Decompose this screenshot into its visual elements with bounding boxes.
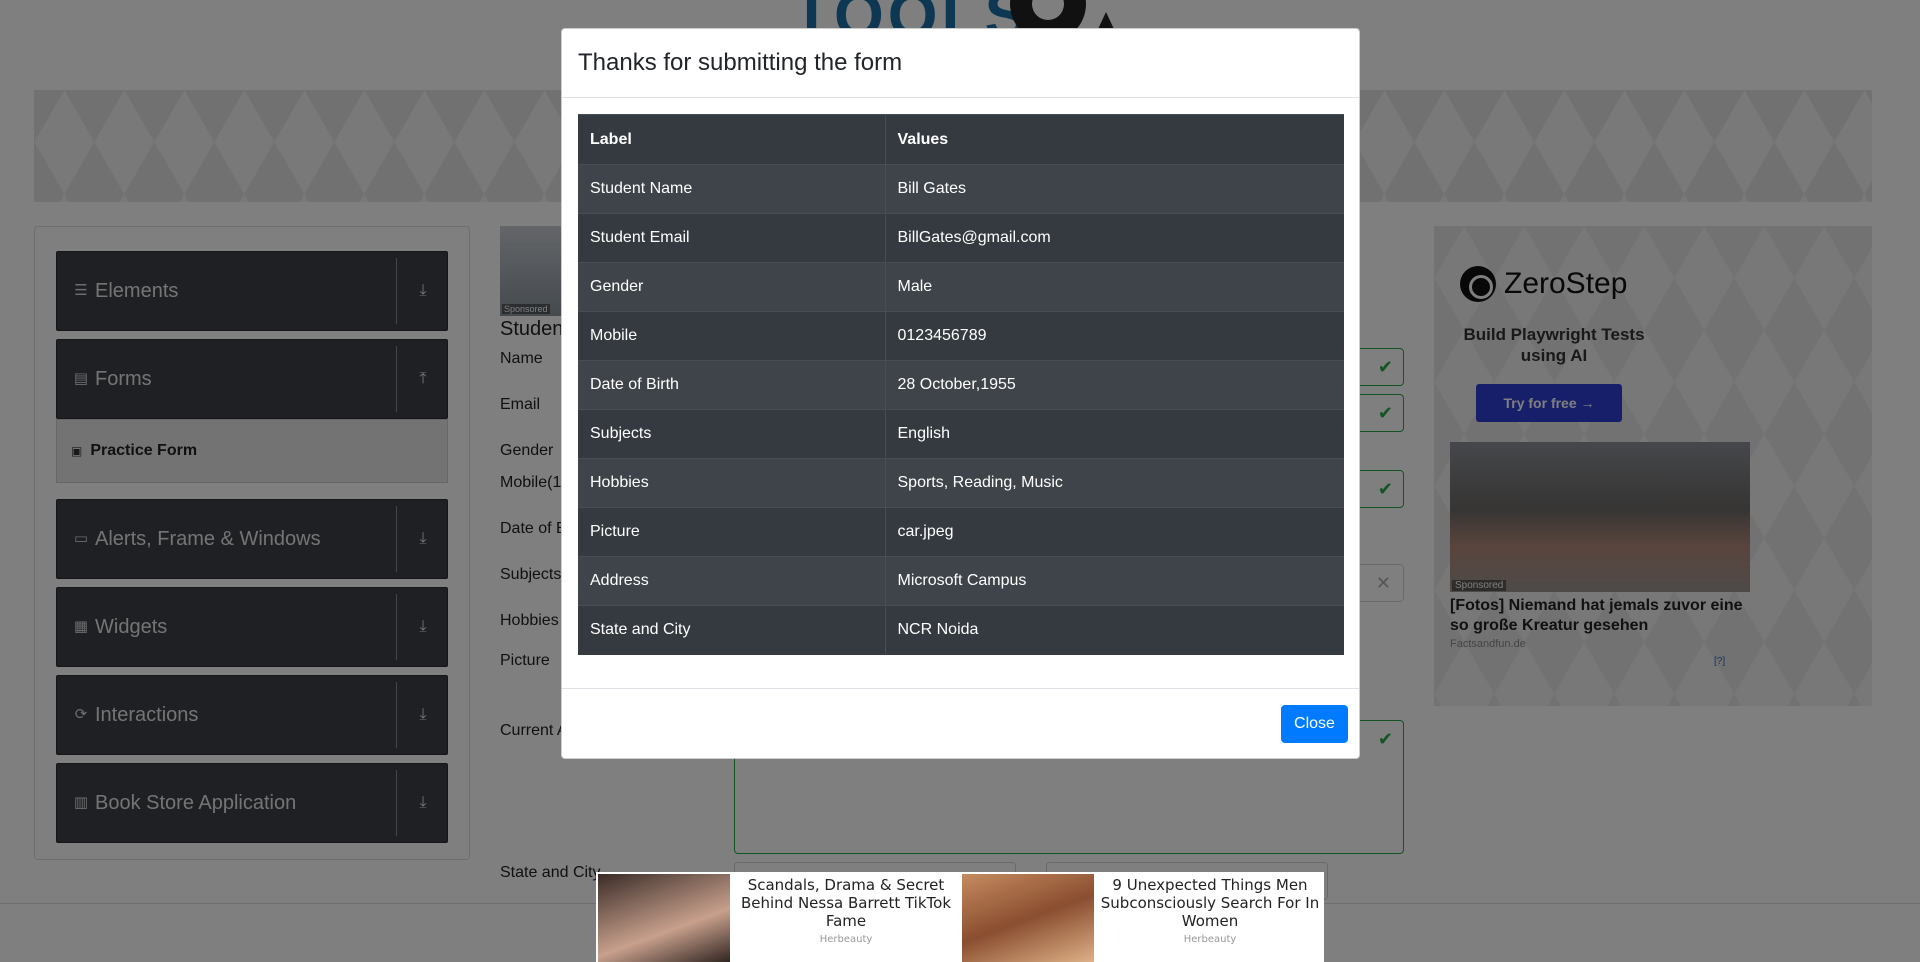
table-row: Hobbies Sports, Reading, Music (578, 458, 1344, 508)
ad-title[interactable]: 9 Unexpected Things Men Subconsciously S… (1096, 876, 1324, 930)
row-label: Address (578, 556, 886, 606)
row-label: Date of Birth (578, 360, 886, 410)
row-label: Picture (578, 507, 886, 557)
modal-body: Label Values Student Name Bill Gates Stud… (562, 98, 1359, 655)
ad-source: Herbeauty (1183, 934, 1237, 945)
row-value: 28 October,1955 (885, 360, 1344, 410)
bottom-ad-banner: Scandals, Drama & Secret Behind Nessa Ba… (596, 872, 1324, 962)
column-header-values: Values (885, 114, 1344, 165)
row-label: Hobbies (578, 458, 886, 508)
table-row: Gender Male (578, 262, 1344, 312)
table-row: State and City NCR Noida (578, 605, 1344, 655)
table-row: Mobile 0123456789 (578, 311, 1344, 361)
row-label: State and City (578, 605, 886, 655)
ad-title[interactable]: Scandals, Drama & Secret Behind Nessa Ba… (732, 876, 960, 930)
bottom-ad[interactable]: Scandals, Drama & Secret Behind Nessa Ba… (596, 872, 960, 962)
modal-title: Thanks for submitting the form (578, 49, 903, 76)
row-value: 0123456789 (885, 311, 1344, 361)
row-value: car.jpeg (885, 507, 1344, 557)
results-table: Label Values Student Name Bill Gates Stud… (578, 114, 1344, 655)
row-label: Student Email (578, 213, 886, 263)
table-row: Student Name Bill Gates (578, 164, 1344, 214)
table-row: Student Email BillGates@gmail.com (578, 213, 1344, 263)
bottom-ad[interactable]: 9 Unexpected Things Men Subconsciously S… (960, 872, 1324, 962)
ad-source: Herbeauty (819, 934, 873, 945)
row-value: NCR Noida (885, 605, 1344, 655)
row-value: Bill Gates (885, 164, 1344, 214)
row-label: Subjects (578, 409, 886, 459)
ad-image[interactable] (962, 874, 1094, 962)
row-value: Sports, Reading, Music (885, 458, 1344, 508)
row-label: Mobile (578, 311, 886, 361)
row-value: BillGates@gmail.com (885, 213, 1344, 263)
table-row: Subjects English (578, 409, 1344, 459)
column-header-label: Label (578, 114, 886, 165)
submission-modal: Thanks for submitting the form Label Val… (561, 28, 1360, 759)
row-label: Gender (578, 262, 886, 312)
table-row: Address Microsoft Campus (578, 556, 1344, 606)
row-label: Student Name (578, 164, 886, 214)
ad-image[interactable] (598, 874, 730, 962)
table-header-row: Label Values (578, 114, 1344, 165)
row-value: Microsoft Campus (885, 556, 1344, 606)
table-row: Date of Birth 28 October,1955 (578, 360, 1344, 410)
table-row: Picture car.jpeg (578, 507, 1344, 557)
close-button[interactable]: Close (1281, 705, 1348, 743)
modal-footer: Close (562, 688, 1359, 758)
modal-header: Thanks for submitting the form (562, 29, 1359, 98)
row-value: English (885, 409, 1344, 459)
row-value: Male (885, 262, 1344, 312)
